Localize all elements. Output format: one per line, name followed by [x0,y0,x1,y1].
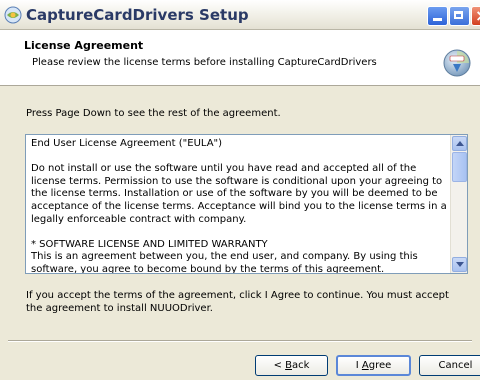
back-button[interactable]: < Back [255,355,328,376]
agree-label-rest: gree [368,360,392,371]
back-label-rest: ack [292,360,310,371]
minimize-button[interactable] [427,6,448,26]
license-paragraph: This is an agreement between you, the en… [31,251,418,274]
chevron-up-icon [456,141,464,146]
minimize-icon [433,18,442,21]
scroll-up-button[interactable] [452,136,467,151]
wizard-header: License Agreement Please review the lice… [0,30,480,86]
installer-icon [4,6,22,24]
maximize-icon [454,11,463,19]
vertical-scrollbar[interactable] [450,135,467,273]
footer-divider [8,340,472,342]
scroll-down-button[interactable] [452,257,467,272]
license-heading: End User License Agreement ("EULA") [31,138,223,149]
license-text: End User License Agreement ("EULA") Do n… [31,138,449,274]
page-subtitle: Please review the license terms before i… [32,57,377,68]
window-title: CaptureCardDrivers Setup [26,6,249,24]
close-button[interactable]: × [471,6,480,26]
scroll-thumb[interactable] [452,152,467,182]
chevron-down-icon [456,262,464,267]
close-icon: × [475,6,480,25]
license-textbox[interactable]: End User License Agreement ("EULA") Do n… [25,134,468,274]
i-agree-button[interactable]: I Agree [336,355,411,376]
setup-window: CaptureCardDrivers Setup × License Agree… [0,0,480,380]
title-bar[interactable]: CaptureCardDrivers Setup × [0,0,480,30]
license-section-title: * SOFTWARE LICENSE AND LIMITED WARRANTY [31,238,268,250]
page-title: License Agreement [24,39,144,52]
maximize-button[interactable] [449,6,470,26]
cancel-button[interactable]: Cancel [419,355,480,376]
back-accesskey: B [285,360,292,371]
back-prefix: < [273,360,286,371]
license-paragraph: Do not install or use the software until… [31,163,447,225]
license-globe-icon [443,49,471,77]
accept-instruction: If you accept the terms of the agreement… [26,290,449,314]
page-down-instruction: Press Page Down to see the rest of the a… [26,108,281,119]
agree-accesskey: A [361,360,369,371]
